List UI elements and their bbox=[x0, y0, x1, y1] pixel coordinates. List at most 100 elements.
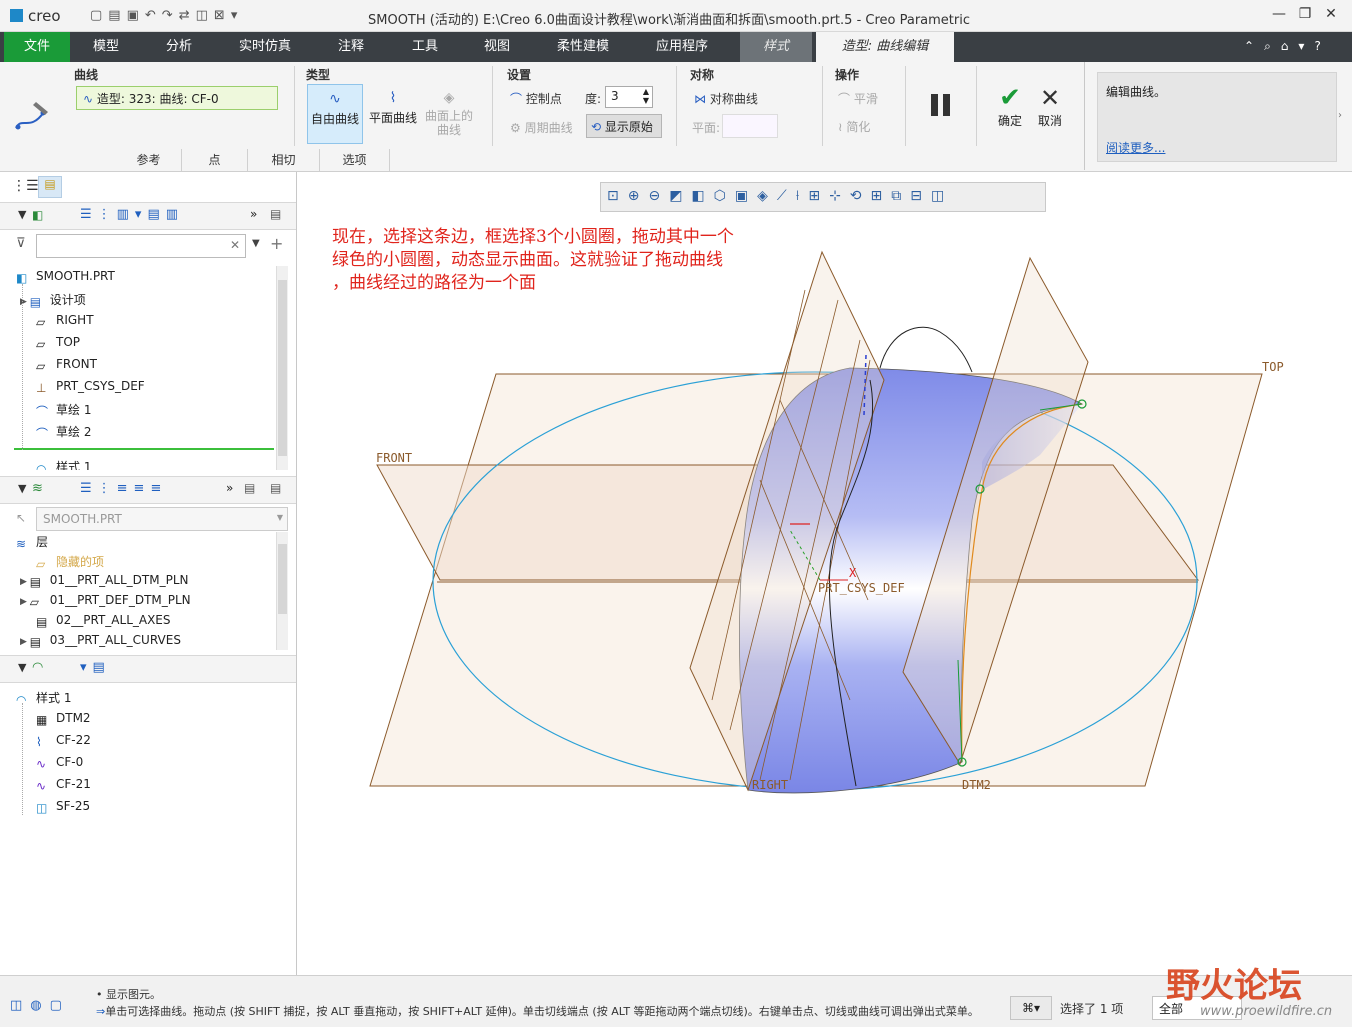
hat-icon[interactable]: ⌂ bbox=[1281, 39, 1299, 53]
tree-root-smooth[interactable]: ◧ SMOOTH.PRT bbox=[16, 269, 115, 285]
tree-search-input[interactable]: ✕ bbox=[36, 234, 246, 258]
save-icon[interactable]: ▣ bbox=[127, 8, 145, 23]
symmetric-curve-button[interactable]: ⋈ 对称曲线 bbox=[694, 90, 758, 107]
layer-settings-icon[interactable]: ▤ bbox=[244, 481, 255, 495]
control-points-button[interactable]: ⌒ 控制点 bbox=[510, 90, 562, 107]
minimize-icon[interactable]: — bbox=[1266, 6, 1292, 22]
model-icon[interactable]: ◧ bbox=[32, 208, 43, 222]
close-window-icon[interactable]: ⊠ bbox=[214, 8, 231, 23]
tab-file[interactable]: 文件 bbox=[4, 32, 70, 62]
close-icon[interactable]: ✕ bbox=[1318, 6, 1344, 22]
subtab-references[interactable]: 参考 bbox=[116, 149, 182, 171]
more-icon[interactable]: » bbox=[226, 481, 233, 495]
tree-item-sketch-1[interactable]: ⌒ 草绘 1 bbox=[36, 401, 91, 419]
curve-on-surface-button[interactable]: ◈ 曲面上的 曲线 bbox=[421, 84, 477, 144]
open-icon[interactable]: ▤ bbox=[108, 8, 126, 23]
settings-page-icon[interactable]: ▤ bbox=[270, 207, 281, 221]
tree-item-style-1[interactable]: ◠ 样式 1 bbox=[36, 458, 91, 470]
scrollbar-thumb[interactable] bbox=[278, 280, 287, 456]
fullscreen-icon[interactable]: ▢ bbox=[50, 998, 70, 1013]
quick-access-toolbar[interactable]: ▢▤▣↶↷⇄◫⊠▾ bbox=[90, 8, 243, 23]
subtab-options[interactable]: 选项 bbox=[320, 149, 390, 171]
regenerate-icon[interactable]: ⇄ bbox=[179, 8, 196, 23]
more-icon[interactable]: » bbox=[250, 207, 257, 221]
degree-spinner[interactable]: 3 ▲ ▼ bbox=[605, 86, 653, 108]
subtab-tangency[interactable]: 相切 bbox=[248, 149, 320, 171]
layer-hidden-items[interactable]: ▱ 隐藏的项 bbox=[36, 553, 104, 571]
scrollbar-thumb[interactable] bbox=[278, 544, 287, 614]
dropdown-icon[interactable]: ▾ bbox=[1298, 39, 1314, 53]
tab-curve-edit[interactable]: 造型: 曲线编辑 bbox=[816, 32, 954, 62]
tree-item-top[interactable]: ▱ TOP bbox=[36, 335, 80, 351]
model-viewport[interactable] bbox=[298, 172, 1352, 975]
layer-item-3[interactable]: ▤ 02__PRT_ALL_AXES bbox=[36, 613, 171, 629]
style-item-sf25[interactable]: ◫ SF-25 bbox=[36, 799, 90, 815]
style-item-dtm2[interactable]: ▦ DTM2 bbox=[36, 711, 91, 727]
collapse-icon[interactable]: ⌃ bbox=[1244, 39, 1264, 53]
dropdown-arrow-icon[interactable]: ▼ bbox=[277, 513, 283, 522]
collapse-arrow-icon[interactable]: ▼ bbox=[18, 482, 26, 495]
simplify-button[interactable]: ≀ 简化 bbox=[838, 118, 870, 135]
tree-item-design-items[interactable]: ▶ ▤ 设计项 bbox=[20, 291, 86, 309]
tab-tools[interactable]: 工具 bbox=[390, 32, 460, 62]
smooth-button[interactable]: ⌒ 平滑 bbox=[838, 90, 878, 107]
tab-view[interactable]: 视图 bbox=[462, 32, 532, 62]
layer-item-4[interactable]: ▶ ▤ 03__PRT_ALL_CURVES bbox=[20, 633, 181, 649]
pause-button[interactable] bbox=[928, 92, 954, 118]
clear-search-icon[interactable]: ✕ bbox=[230, 238, 240, 252]
tab-analysis[interactable]: 分析 bbox=[144, 32, 214, 62]
customize-icon[interactable]: ▾ bbox=[231, 8, 244, 23]
browser-toggle-icon[interactable]: ◍ bbox=[30, 998, 49, 1013]
insert-indicator[interactable] bbox=[14, 448, 274, 450]
find-button[interactable]: ⌘▾ bbox=[1010, 996, 1052, 1020]
maximize-icon[interactable]: ❐ bbox=[1292, 6, 1318, 22]
settings-page-icon[interactable]: ▤ bbox=[270, 481, 281, 495]
tab-annotate[interactable]: 注释 bbox=[316, 32, 386, 62]
expand-arrow-icon[interactable]: ▶ bbox=[20, 597, 30, 607]
status-left-icons[interactable]: ◫◍▢ bbox=[10, 998, 70, 1013]
folder-browser-tab-icon[interactable]: ▤ bbox=[38, 176, 62, 198]
style-item-cf0[interactable]: ∿ CF-0 bbox=[36, 755, 83, 771]
free-curve-button[interactable]: ∿ 自由曲线 bbox=[307, 84, 363, 144]
tree-item-right[interactable]: ▱ RIGHT bbox=[36, 313, 94, 329]
subtab-points[interactable]: 点 bbox=[182, 149, 248, 171]
tab-model[interactable]: 模型 bbox=[72, 32, 140, 62]
layer-tree-scrollbar[interactable] bbox=[276, 532, 288, 650]
collapse-arrow-icon[interactable]: ▼ bbox=[18, 661, 26, 674]
help-expand-icon[interactable]: › bbox=[1338, 110, 1342, 121]
model-tree-scrollbar[interactable] bbox=[276, 266, 288, 470]
style-tree-root[interactable]: ◠ 样式 1 bbox=[16, 689, 71, 707]
tree-item-csys[interactable]: ⊥ PRT_CSYS_DEF bbox=[36, 379, 145, 395]
tab-applications[interactable]: 应用程序 bbox=[636, 32, 728, 62]
free-curve-cf0[interactable] bbox=[879, 326, 973, 373]
ribbon-tools[interactable]: ⌃⌕⌂▾? bbox=[1244, 39, 1331, 54]
planar-curve-button[interactable]: ⌇ 平面曲线 bbox=[365, 84, 421, 144]
search-icon[interactable]: ⌕ bbox=[1264, 39, 1281, 53]
search-dropdown-icon[interactable]: ▼ bbox=[252, 238, 260, 249]
periodic-curve-button[interactable]: ⚙ 周期曲线 bbox=[510, 119, 573, 136]
spinner-arrows-icon[interactable]: ▲ ▼ bbox=[643, 87, 649, 105]
tab-live-simulation[interactable]: 实时仿真 bbox=[222, 32, 308, 62]
layers-icon[interactable]: ≋ bbox=[32, 481, 43, 496]
style-item-cf22[interactable]: ⌇ CF-22 bbox=[36, 733, 91, 749]
layer-item-2[interactable]: ▶ ▱ 01__PRT_DEF_DTM_PLN bbox=[20, 593, 191, 609]
layer-tools-icons[interactable]: ☰⋮≡≡≡ bbox=[80, 481, 167, 496]
filter-icon[interactable]: ⊽ bbox=[16, 236, 26, 251]
undo-icon[interactable]: ↶ bbox=[145, 8, 162, 23]
style-item-cf21[interactable]: ∿ CF-21 bbox=[36, 777, 91, 793]
ok-button[interactable]: ✔ 确定 bbox=[992, 84, 1028, 132]
show-original-toggle[interactable]: ⟲ 显示原始 bbox=[586, 114, 662, 138]
collapse-arrow-icon[interactable]: ▼ bbox=[18, 208, 26, 221]
model-tree-tab-icon[interactable]: ⋮☰ bbox=[12, 178, 39, 194]
cancel-button[interactable]: ✕ 取消 bbox=[1032, 84, 1068, 132]
curve-collector-field[interactable]: ∿ 造型: 323: 曲线: CF-0 bbox=[76, 86, 278, 110]
layer-model-dropdown[interactable]: SMOOTH.PRT ▼ bbox=[36, 507, 288, 531]
new-icon[interactable]: ▢ bbox=[90, 8, 108, 23]
tree-item-front[interactable]: ▱ FRONT bbox=[36, 357, 97, 373]
tab-style[interactable]: 样式 bbox=[740, 32, 812, 62]
help-icon[interactable]: ? bbox=[1314, 39, 1330, 53]
window-icon[interactable]: ◫ bbox=[196, 8, 214, 23]
layer-item-1[interactable]: ▶ ▤ 01__PRT_ALL_DTM_PLN bbox=[20, 573, 189, 589]
add-icon[interactable]: + bbox=[270, 234, 283, 253]
tab-flexible-modeling[interactable]: 柔性建模 bbox=[540, 32, 626, 62]
